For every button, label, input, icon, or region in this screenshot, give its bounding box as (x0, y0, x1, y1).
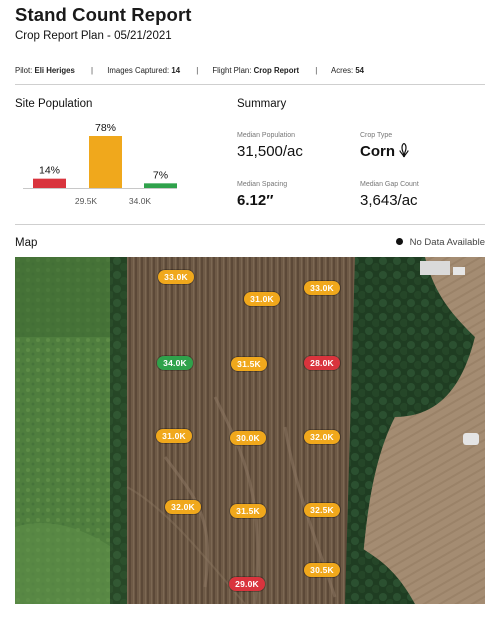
crop-type-value: Corn (360, 143, 395, 160)
population-sample-badge[interactable]: 33.0K (304, 281, 340, 295)
median-spacing-value: 6.12″ (237, 192, 274, 209)
flight-plan-label: Flight Plan: (212, 66, 252, 75)
site-population-title: Site Population (15, 98, 93, 110)
median-population-label: Median Population (237, 132, 295, 139)
no-data-dot-icon (395, 238, 403, 245)
crop-type: Corn (360, 142, 409, 162)
population-sample-badge[interactable]: 28.0K (304, 356, 340, 370)
divider (15, 224, 485, 225)
pilot-label: Pilot: (15, 66, 33, 75)
median-gap-count-value: 3,643/ac (360, 192, 418, 209)
images-value: 14 (171, 66, 181, 75)
population-sample-badge[interactable]: 33.0K (158, 270, 194, 284)
map-legend: No Data Available (395, 237, 485, 248)
population-sample-badge[interactable]: 29.0K (229, 577, 265, 591)
bar-value-label: 78% (95, 122, 116, 134)
divider (15, 84, 485, 85)
bar-value-label: 14% (39, 165, 60, 177)
acres-value: 54 (355, 66, 365, 75)
field-map[interactable]: 33.0K 31.0K 33.0K 34.0K 31.5K 28.0K 31.0… (15, 257, 485, 604)
population-sample-badge[interactable]: 31.5K (230, 504, 266, 518)
population-sample-badge[interactable]: 31.0K (156, 429, 192, 443)
population-sample-badge[interactable]: 31.5K (231, 357, 267, 371)
population-bar (144, 183, 177, 188)
map-title: Map (15, 237, 38, 249)
summary-title: Summary (237, 98, 287, 110)
corn-icon (399, 142, 409, 162)
threshold-tick-label: 29.5K (75, 196, 98, 206)
population-sample-badge[interactable]: 32.0K (304, 430, 340, 444)
images-label: Images Captured: (107, 66, 170, 75)
population-sample-badge[interactable]: 32.0K (165, 500, 201, 514)
site-population-chart: 14% 78% 7% 29.5K 34.0K (23, 122, 177, 206)
population-bar (89, 136, 122, 188)
population-bar (33, 178, 66, 188)
report-title: Stand Count Report (15, 4, 192, 25)
population-sample-badge[interactable]: 31.0K (244, 292, 280, 306)
median-gap-count-label: Median Gap Count (360, 181, 419, 188)
legend-label: No Data Available (409, 237, 485, 248)
crop-type-label: Crop Type (360, 132, 393, 139)
report-meta-bar: Pilot: Eli Heriges | Images Captured: 14… (15, 66, 364, 75)
pilot-value: Eli Heriges (34, 66, 75, 75)
population-sample-badge[interactable]: 30.0K (230, 431, 266, 445)
population-sample-badge[interactable]: 32.5K (304, 503, 340, 517)
meta-separator: | (91, 66, 94, 75)
median-population-value: 31,500/ac (237, 143, 303, 160)
threshold-tick-label: 34.0K (129, 196, 152, 206)
report-subtitle: Crop Report Plan - 05/21/2021 (15, 30, 172, 42)
meta-separator: | (196, 66, 199, 75)
population-sample-badge[interactable]: 34.0K (157, 356, 193, 370)
flight-plan-value: Crop Report (253, 66, 300, 75)
population-sample-badge[interactable]: 30.5K (304, 563, 340, 577)
acres-label: Acres: (331, 66, 354, 75)
median-spacing-label: Median Spacing (237, 181, 288, 188)
meta-separator: | (315, 66, 318, 75)
bar-value-label: 7% (153, 169, 168, 181)
